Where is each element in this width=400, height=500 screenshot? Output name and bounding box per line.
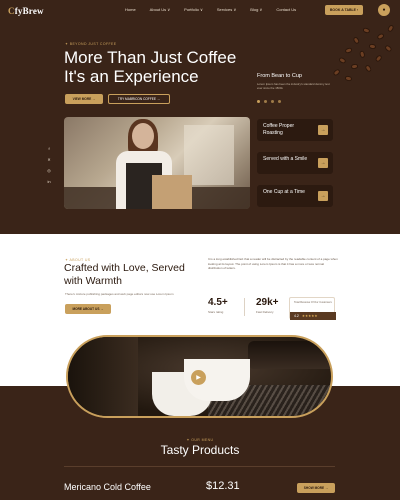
site-header: CfyBrew Home About Us ∨ Portfolio ∨ Serv… xyxy=(0,0,400,22)
stat-delivery-value: 29k+ xyxy=(256,297,279,308)
hero-title: More Than Just Coffee It's an Experience xyxy=(64,48,237,86)
coffee-beans-decoration xyxy=(325,22,400,92)
review-label: Total Reviews Of Our Customers xyxy=(294,301,332,304)
products-eyebrow: ✦ OUR MENU xyxy=(186,438,214,442)
feature-card-smile[interactable]: Served with a Smile → xyxy=(257,152,333,174)
logo-initial: C xyxy=(8,6,15,16)
feature-card-roasting[interactable]: Coffee Proper Roasting → xyxy=(257,119,333,141)
book-table-button[interactable]: BOOK A TABLE › xyxy=(325,5,363,15)
social-links: f ✕ ◎ in xyxy=(47,146,51,184)
review-card: Total Reviews Of Our Customers 4.2 ★★★★★ xyxy=(289,297,336,320)
user-icon[interactable]: ● xyxy=(378,4,390,16)
nav-contact[interactable]: Contact Us xyxy=(276,7,296,12)
play-icon[interactable]: ▶ xyxy=(191,370,206,385)
hero-section: ✦ BEYOND JUST COFFEE More Than Just Coff… xyxy=(0,22,400,234)
barista-photo xyxy=(64,117,250,209)
logo-text: fyBrew xyxy=(14,6,44,16)
from-bean-title: From Bean to Cup xyxy=(257,73,302,79)
main-nav: Home About Us ∨ Portfolio ∨ Services ∨ B… xyxy=(125,7,296,12)
arrow-right-icon[interactable]: → xyxy=(318,125,328,135)
linkedin-icon[interactable]: in xyxy=(47,179,51,184)
from-bean-description: Lorem Ipsum has been the industry's stan… xyxy=(257,82,330,90)
hero-eyebrow: ✦ BEYOND JUST COFFEE xyxy=(65,42,117,46)
nav-blog[interactable]: Blog ∨ xyxy=(250,7,262,12)
slider-dots[interactable] xyxy=(257,100,281,103)
nav-portfolio[interactable]: Portfolio ∨ xyxy=(184,7,203,12)
divider xyxy=(244,298,245,316)
feature-label: One Cup at a Time xyxy=(263,189,305,195)
review-score: 4.2 xyxy=(294,314,299,318)
stat-rating-value: 4.5+ xyxy=(208,297,228,308)
about-title: Crafted with Love, Served with Warmth xyxy=(64,262,185,287)
more-about-button[interactable]: MORE ABOUT US → xyxy=(65,304,111,314)
stat-rating-label: Stars rating xyxy=(208,310,224,314)
product-name: Mericano Cold Coffee xyxy=(64,482,151,492)
stat-delivery-label: Fast Delivery xyxy=(256,310,274,314)
review-score-bar: 4.2 ★★★★★ xyxy=(290,312,336,320)
nav-home[interactable]: Home xyxy=(125,7,136,12)
nav-about[interactable]: About Us ∨ xyxy=(150,7,171,12)
products-title: Tasty Products xyxy=(160,443,240,457)
feature-label: Coffee Proper Roasting xyxy=(263,123,295,136)
feature-label: Served with a Smile xyxy=(263,156,308,162)
arrow-right-icon[interactable]: → xyxy=(318,158,328,168)
feature-card-cup[interactable]: One Cup at a Time → xyxy=(257,185,333,207)
show-more-button[interactable]: SHOW MORE → xyxy=(297,483,335,493)
about-paragraph: It is a long established fact that a rea… xyxy=(208,257,338,270)
try-coffee-button[interactable]: TRY MABRICON COFFEE → xyxy=(108,94,170,104)
product-price: $12.31 xyxy=(206,480,240,492)
arrow-right-icon[interactable]: → xyxy=(318,191,328,201)
nav-services[interactable]: Services ∨ xyxy=(217,7,236,12)
x-icon[interactable]: ✕ xyxy=(47,157,51,162)
logo[interactable]: CfyBrew xyxy=(8,6,44,16)
about-description: There's mixture publishing packages and … xyxy=(65,292,174,296)
view-more-button[interactable]: VIEW MORE → xyxy=(65,94,103,104)
instagram-icon[interactable]: ◎ xyxy=(47,168,51,173)
star-icon: ★★★★★ xyxy=(301,314,318,318)
facebook-icon[interactable]: f xyxy=(47,146,51,151)
divider xyxy=(64,466,335,467)
